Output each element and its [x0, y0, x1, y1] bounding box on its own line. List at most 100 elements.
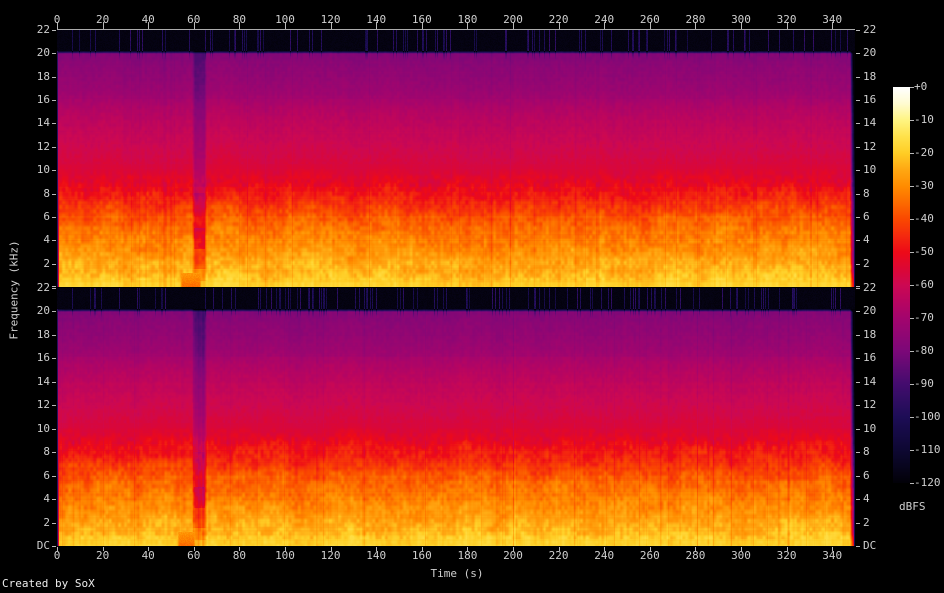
time-tick-label-top: 320 — [776, 13, 797, 26]
freq-tick-label-right: 16 — [863, 93, 877, 106]
freq-tick-right — [856, 382, 860, 383]
freq-tick-right — [856, 217, 860, 218]
freq-tick-left — [52, 476, 56, 477]
freq-tick-label-left: 18 — [36, 70, 50, 83]
freq-tick-label-left: 12 — [36, 140, 50, 153]
colorbar-unit-label: dBFS — [899, 500, 926, 513]
colorbar-tick-label: -90 — [914, 377, 934, 390]
freq-tick-label-left: 8 — [43, 445, 50, 458]
freq-tick-label-right: 10 — [863, 163, 877, 176]
freq-tick-label-right: 12 — [863, 398, 877, 411]
time-tick-label-bottom: 100 — [275, 549, 295, 562]
freq-tick-left — [52, 30, 56, 31]
freq-tick-label-left: DC — [36, 539, 50, 552]
freq-tick-label-left: 22 — [36, 23, 50, 36]
time-tick-label-bottom: 40 — [141, 549, 155, 562]
colorbar-tick-label: -110 — [914, 443, 941, 456]
colorbar-tick-label: -50 — [914, 245, 934, 258]
freq-tick-right — [856, 546, 860, 547]
freq-tick-right — [856, 286, 860, 287]
freq-tick-label-right: 8 — [863, 445, 870, 458]
time-tick-label-bottom: 140 — [366, 549, 387, 562]
time-tick-label-bottom: 320 — [776, 549, 797, 562]
freq-tick-label-right: 18 — [863, 70, 877, 83]
time-tick-label-bottom: 200 — [503, 549, 523, 562]
time-tick-label-bottom: 80 — [232, 549, 247, 562]
freq-tick-label-right: 20 — [863, 304, 877, 317]
freq-tick-label-left: 4 — [43, 233, 50, 246]
freq-tick-label-right: 12 — [863, 140, 877, 153]
time-tick-label-top: 340 — [822, 13, 843, 26]
colorbar-tick-label: -120 — [914, 476, 941, 489]
freq-tick-left — [52, 147, 56, 148]
freq-tick-right — [856, 523, 860, 524]
time-tick-label-bottom: 220 — [548, 549, 569, 562]
time-tick-label-top: 80 — [232, 13, 247, 26]
freq-tick-label-right: 14 — [863, 116, 877, 129]
freq-tick-label-left: 2 — [43, 516, 50, 529]
colorbar-tick-label: -80 — [914, 344, 934, 357]
freq-tick-right — [856, 499, 860, 500]
time-tick-label-top: 40 — [141, 13, 155, 26]
colorbar-tick-label: +0 — [914, 80, 928, 93]
freq-tick-right — [856, 30, 860, 31]
y-axis-title: Frequency (kHz) — [7, 240, 21, 340]
freq-tick-left — [52, 100, 56, 101]
freq-tick-left — [52, 240, 56, 241]
time-tick-label-bottom: 180 — [457, 549, 478, 562]
freq-tick-label-left: 6 — [43, 210, 50, 223]
freq-tick-right — [856, 476, 860, 477]
freq-tick-label-left: 16 — [36, 93, 50, 106]
freq-tick-left — [52, 382, 56, 383]
time-tick-label-top: 180 — [457, 13, 478, 26]
freq-tick-left — [52, 217, 56, 218]
freq-tick-label-right: DC — [863, 539, 877, 552]
freq-tick-right — [856, 194, 860, 195]
freq-tick-label-right: 18 — [863, 328, 877, 341]
freq-tick-label-right: 22 — [863, 23, 877, 36]
freq-tick-label-left: 20 — [36, 46, 50, 59]
time-tick-label-bottom: 160 — [411, 549, 432, 562]
freq-tick-right — [856, 240, 860, 241]
freq-tick-left — [52, 429, 56, 430]
freq-tick-right — [856, 288, 860, 289]
freq-tick-label-left: 10 — [36, 422, 50, 435]
freq-tick-label-right: 2 — [863, 257, 870, 270]
freq-tick-right — [856, 264, 860, 265]
colorbar-tick-label: -100 — [914, 410, 941, 423]
time-tick-label-bottom: 20 — [95, 549, 110, 562]
credit-text: Created by SoX — [2, 577, 95, 590]
freq-tick-right — [856, 358, 860, 359]
freq-tick-label-left: 8 — [43, 187, 50, 200]
x-axis-title: Time (s) — [430, 567, 484, 580]
freq-tick-left — [52, 358, 56, 359]
freq-tick-label-left: 14 — [36, 116, 50, 129]
freq-tick-label-right: 4 — [863, 492, 870, 505]
freq-tick-label-left: 4 — [43, 492, 50, 505]
freq-tick-left — [52, 311, 56, 312]
time-tick-label-top: 280 — [685, 13, 706, 26]
freq-tick-right — [856, 77, 860, 78]
time-tick-label-top: 240 — [594, 13, 615, 26]
freq-tick-left — [52, 499, 56, 500]
freq-tick-right — [856, 123, 860, 124]
freq-tick-left — [52, 286, 56, 287]
colorbar-tick-label: -60 — [914, 278, 934, 291]
freq-tick-left — [52, 53, 56, 54]
time-tick-label-bottom: 340 — [822, 549, 843, 562]
time-tick-label-top: 60 — [187, 13, 201, 26]
freq-tick-left — [52, 335, 56, 336]
freq-tick-label-right: 10 — [863, 422, 877, 435]
freq-tick-label-right: 6 — [863, 210, 870, 223]
freq-tick-label-left: 14 — [36, 375, 50, 388]
time-tick-label-bottom: 280 — [685, 549, 706, 562]
time-tick-label-top: 140 — [366, 13, 387, 26]
freq-tick-left — [52, 77, 56, 78]
freq-tick-label-right: 14 — [863, 375, 877, 388]
freq-tick-label-left: 2 — [43, 257, 50, 270]
freq-tick-left — [52, 194, 56, 195]
freq-tick-left — [52, 170, 56, 171]
freq-tick-label-right: 20 — [863, 46, 877, 59]
freq-tick-left — [52, 123, 56, 124]
freq-tick-label-left: 12 — [36, 398, 50, 411]
